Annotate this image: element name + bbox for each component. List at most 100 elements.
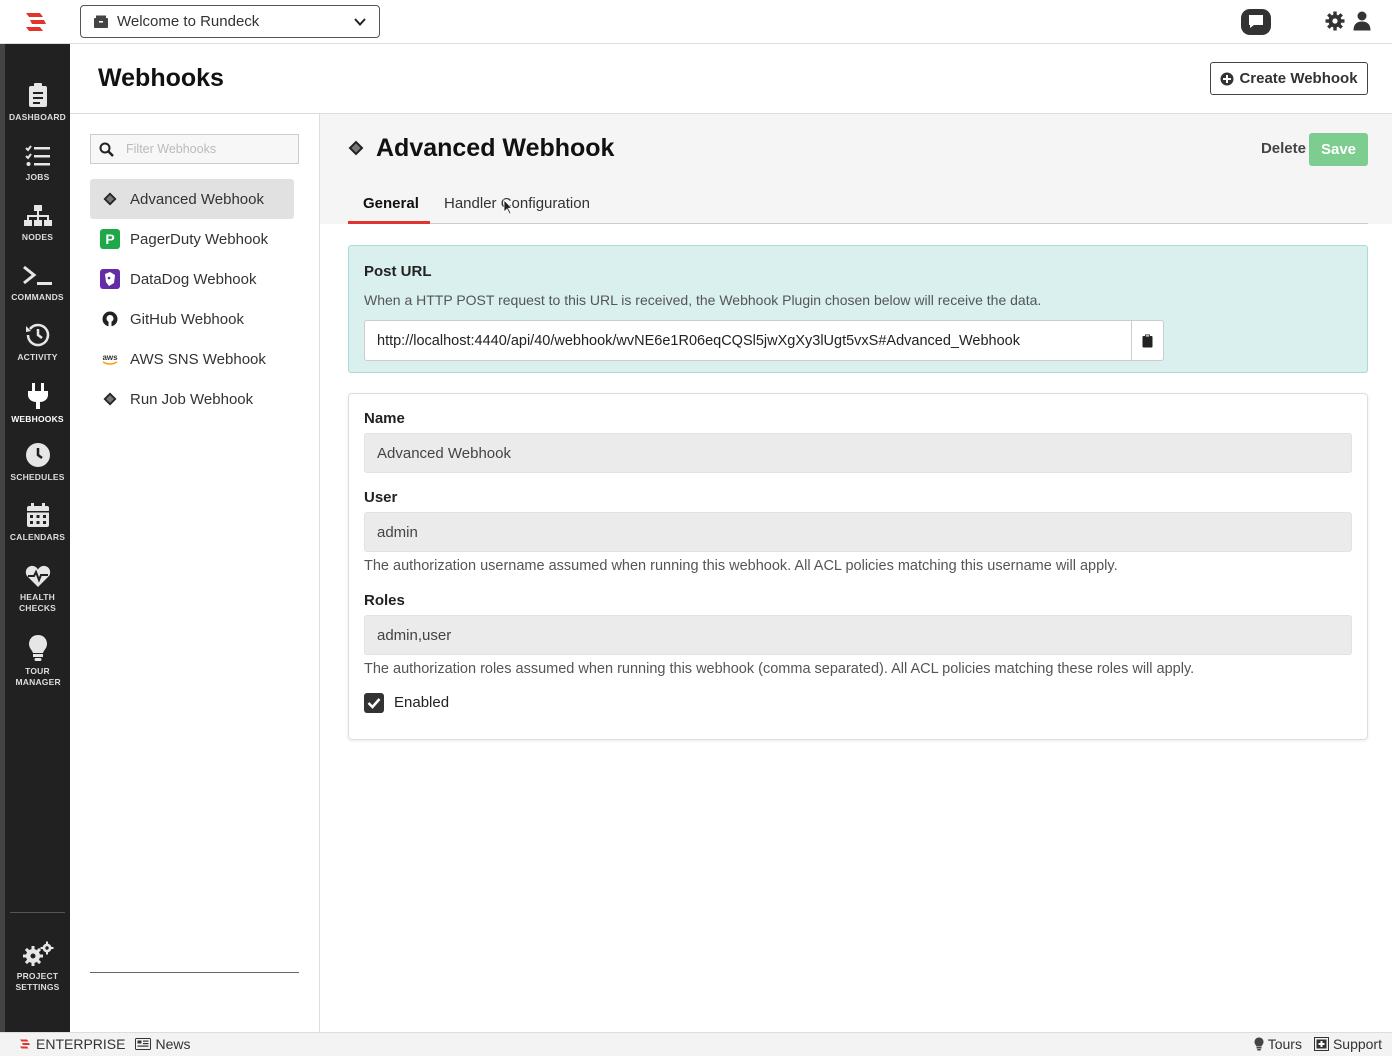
post-url-field[interactable]: http://localhost:4440/api/40/webhook/wvN… (364, 320, 1132, 361)
support-link[interactable]: Support (1313, 1036, 1382, 1052)
diamond-icon (100, 389, 120, 409)
datadog-icon (100, 269, 120, 289)
webhook-name: Run Job Webhook (130, 390, 254, 408)
footer-bar: ENTERPRISE News Tours Support (0, 1032, 1392, 1056)
svg-text:P: P (105, 231, 114, 247)
webhook-name: PagerDuty Webhook (130, 230, 269, 248)
nav-label: SCHEDULES (10, 472, 65, 482)
nav-item-nodes[interactable]: NODES (5, 204, 70, 243)
roles-help-text: The authorization roles assumed when run… (364, 661, 1195, 677)
webhook-list-item[interactable]: aws AWS SNS Webhook (90, 339, 294, 379)
name-field[interactable]: Advanced Webhook (364, 433, 1352, 473)
nav-divider (10, 912, 65, 913)
support-icon (1313, 1037, 1329, 1051)
nav-item-project-settings[interactable]: PROJECT SETTINGS (5, 941, 70, 992)
webhook-list-item[interactable]: DataDog Webhook (90, 259, 294, 299)
svg-text:aws: aws (102, 353, 118, 362)
left-navigation: DASHBOARD JOBS NODES COMMANDS ACTIVITY W… (0, 44, 70, 1032)
project-icon (93, 15, 109, 29)
user-help-text: The authorization username assumed when … (364, 558, 1118, 574)
enabled-checkbox[interactable] (364, 693, 384, 713)
nav-label: JOBS (25, 172, 50, 182)
webhook-name: GitHub Webhook (130, 310, 244, 328)
filter-webhooks-input[interactable] (126, 142, 286, 156)
nav-item-webhooks[interactable]: WEBHOOKS (5, 382, 70, 425)
tours-link[interactable]: Tours (1254, 1036, 1302, 1052)
save-button[interactable]: Save (1309, 133, 1368, 166)
create-webhook-button[interactable]: Create Webhook (1210, 62, 1368, 95)
webhook-list-item[interactable]: Run Job Webhook (90, 379, 294, 419)
nav-item-commands[interactable]: COMMANDS (5, 264, 70, 303)
post-url-heading: Post URL (364, 263, 432, 280)
newspaper-icon (135, 1038, 152, 1050)
copy-url-button[interactable] (1132, 320, 1164, 361)
user-field[interactable]: admin (364, 512, 1352, 552)
enabled-label: Enabled (394, 694, 450, 711)
webhook-title: Advanced Webhook (348, 134, 614, 163)
nav-label: CALENDARS (9, 532, 66, 542)
chat-icon[interactable] (1240, 8, 1272, 36)
nav-item-health-checks[interactable]: HEALTH CHECKS (5, 564, 70, 613)
general-form: Name Advanced Webhook User admin The aut… (348, 393, 1368, 740)
post-url-panel: Post URL When a HTTP POST request to thi… (348, 245, 1368, 373)
name-label: Name (364, 410, 405, 427)
aws-icon: aws (100, 349, 120, 369)
webhook-title-text: Advanced Webhook (376, 134, 615, 162)
nav-item-schedules[interactable]: SCHEDULES (5, 442, 70, 483)
chevron-down-icon (353, 15, 367, 29)
clipboard-icon (28, 83, 47, 107)
post-url-description: When a HTTP POST request to this URL is … (364, 292, 1042, 308)
create-webhook-label: Create Webhook (1239, 70, 1358, 87)
gear-icon[interactable] (1325, 11, 1345, 31)
tab-general[interactable]: General (363, 195, 419, 212)
pagerduty-icon: P (100, 229, 120, 249)
nav-item-calendars[interactable]: CALENDARS (5, 502, 70, 543)
nav-label: HEALTH CHECKS (18, 592, 57, 613)
rundeck-logo[interactable] (22, 10, 50, 34)
webhook-list-panel: Advanced Webhook P PagerDuty Webhook Dat… (70, 114, 320, 1032)
search-icon (99, 142, 114, 157)
nav-label: COMMANDS (11, 292, 64, 302)
nav-item-tour-manager[interactable]: TOUR MANAGER (5, 634, 70, 687)
plug-icon (27, 383, 48, 409)
user-icon[interactable] (1353, 11, 1371, 31)
project-selector[interactable]: Welcome to Rundeck (80, 5, 380, 38)
gears-icon (22, 941, 53, 966)
nav-label: PROJECT SETTINGS (15, 971, 60, 992)
edition-label: ENTERPRISE (36, 1036, 126, 1052)
webhook-name: AWS SNS Webhook (130, 350, 266, 368)
page-title: Webhooks (98, 64, 224, 92)
support-label: Support (1332, 1036, 1382, 1052)
github-icon (100, 309, 120, 329)
history-icon (25, 323, 49, 347)
active-tab-indicator (348, 221, 430, 224)
tours-label: Tours (1267, 1036, 1302, 1052)
nav-label: NODES (21, 232, 54, 242)
filter-box[interactable] (90, 134, 299, 164)
delete-button[interactable]: Delete (1261, 140, 1306, 157)
list-divider (90, 972, 299, 973)
nav-item-jobs[interactable]: JOBS (5, 144, 70, 183)
webhook-name: DataDog Webhook (130, 270, 257, 288)
project-name: Welcome to Rundeck (117, 13, 260, 30)
tab-handler-configuration[interactable]: Handler Configuration (444, 195, 590, 212)
webhook-name: Advanced Webhook (130, 190, 264, 208)
lightbulb-icon (1254, 1037, 1264, 1051)
news-link[interactable]: News (135, 1036, 190, 1052)
nav-item-activity[interactable]: ACTIVITY (5, 322, 70, 363)
nav-label: DASHBOARD (8, 112, 67, 122)
page-header: Webhooks Create Webhook (70, 44, 1392, 114)
webhook-list-item[interactable]: GitHub Webhook (90, 299, 294, 339)
clock-icon (25, 443, 50, 467)
webhook-list-item[interactable]: Advanced Webhook (90, 179, 294, 219)
nav-item-dashboard[interactable]: DASHBOARD (5, 82, 70, 123)
detail-header: Advanced Webhook Delete Save General Han… (320, 114, 1392, 224)
roles-field[interactable]: admin,user (364, 615, 1352, 655)
plus-circle-icon (1220, 72, 1234, 85)
diamond-icon (348, 134, 364, 163)
heartbeat-icon (25, 565, 50, 587)
roles-label: Roles (364, 592, 405, 609)
nav-label: TOUR MANAGER (15, 666, 61, 687)
diamond-icon (100, 189, 120, 209)
webhook-list-item[interactable]: P PagerDuty Webhook (90, 219, 294, 259)
